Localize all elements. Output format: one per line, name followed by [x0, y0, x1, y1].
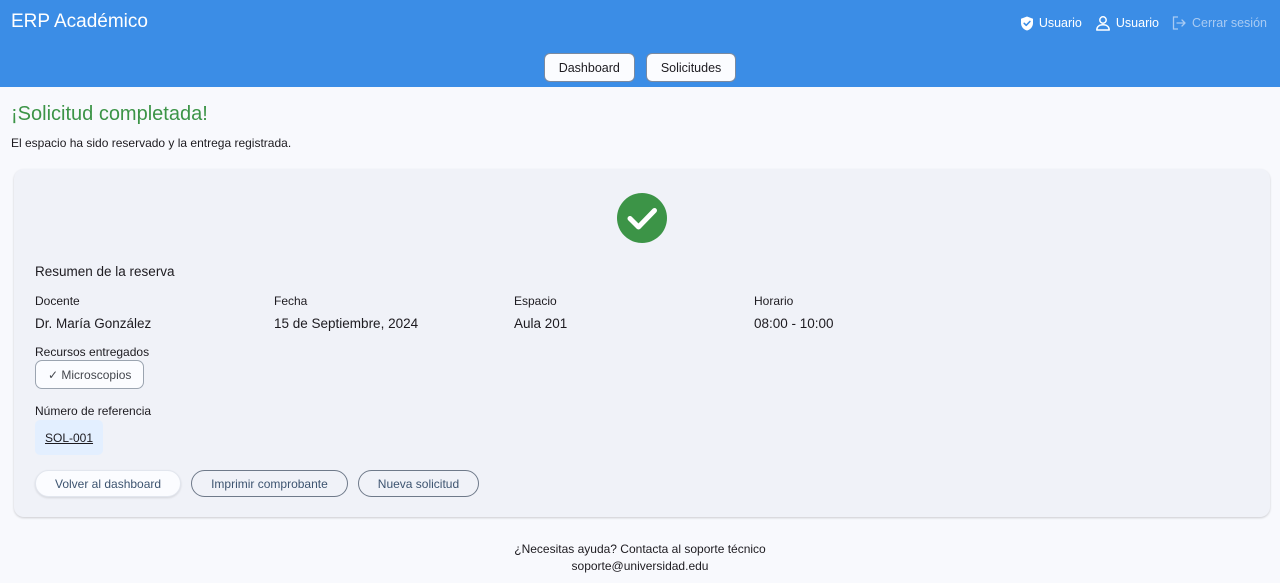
- field-value: 15 de Septiembre, 2024: [274, 316, 419, 331]
- page-title: ¡Solicitud completada!: [11, 103, 208, 125]
- resources-label: Recursos entregados: [35, 345, 150, 359]
- logout-icon: [1172, 16, 1187, 30]
- field-label: Horario: [754, 294, 794, 308]
- help-text: ¿Necesitas ayuda? Contacta al soporte té…: [514, 542, 766, 556]
- field-value: 08:00 - 10:00: [754, 316, 834, 331]
- user-label: Usuario: [1115, 16, 1159, 30]
- footer: ¿Necesitas ayuda? Contacta al soporte té…: [0, 541, 1280, 575]
- check-circle-icon: [617, 193, 667, 243]
- new-request-button[interactable]: Nueva solicitud: [357, 470, 480, 497]
- reference-number[interactable]: SOL-001: [35, 420, 104, 455]
- user-menu: Usuario Usuario Cerrar sesión: [1007, 14, 1267, 32]
- field-value: Dr. María González: [35, 316, 152, 331]
- user-profile[interactable]: Usuario: [1095, 15, 1159, 31]
- page-subtitle: El espacio ha sido reservado y la entreg…: [11, 136, 292, 150]
- summary-title: Resumen de la reserva: [35, 264, 175, 279]
- field-label: Docente: [35, 294, 80, 308]
- field-label: Fecha: [274, 294, 308, 308]
- logout-button[interactable]: Cerrar sesión: [1172, 16, 1267, 30]
- field-schedule: Horario 08:00 - 10:00: [754, 294, 834, 331]
- back-to-dashboard-button[interactable]: Volver al dashboard: [35, 470, 182, 497]
- person-icon: [1095, 15, 1111, 31]
- resource-chip: ✓ Microscopios: [35, 360, 145, 389]
- field-label: Espacio: [514, 294, 557, 308]
- field-value: Aula 201: [514, 316, 568, 331]
- shield-check-icon: [1020, 16, 1034, 31]
- field-date: Fecha 15 de Septiembre, 2024: [274, 294, 418, 331]
- reservation-summary-card: Resumen de la reserva Docente Dr. María …: [14, 169, 1270, 517]
- reference-label: Número de referencia: [35, 404, 152, 418]
- support-email: soporte@universidad.edu: [571, 559, 709, 573]
- nav-dashboard-button[interactable]: Dashboard: [543, 53, 635, 82]
- logout-label: Cerrar sesión: [1191, 16, 1267, 30]
- nav-requests-button[interactable]: Solicitudes: [645, 53, 737, 82]
- field-space: Espacio Aula 201: [514, 294, 567, 331]
- field-teacher: Docente Dr. María González: [35, 294, 151, 331]
- role-label: Usuario: [1038, 16, 1082, 30]
- print-receipt-button[interactable]: Imprimir comprobante: [191, 470, 348, 497]
- role-indicator[interactable]: Usuario: [1020, 16, 1082, 31]
- action-buttons: Volver al dashboard Imprimir comprobante…: [35, 470, 480, 497]
- app-title: ERP Académico: [11, 11, 148, 32]
- app-header: ERP Académico Usuario Usuario Cerrar ses…: [0, 0, 1280, 87]
- main-nav: Dashboard Solicitudes: [0, 53, 1280, 82]
